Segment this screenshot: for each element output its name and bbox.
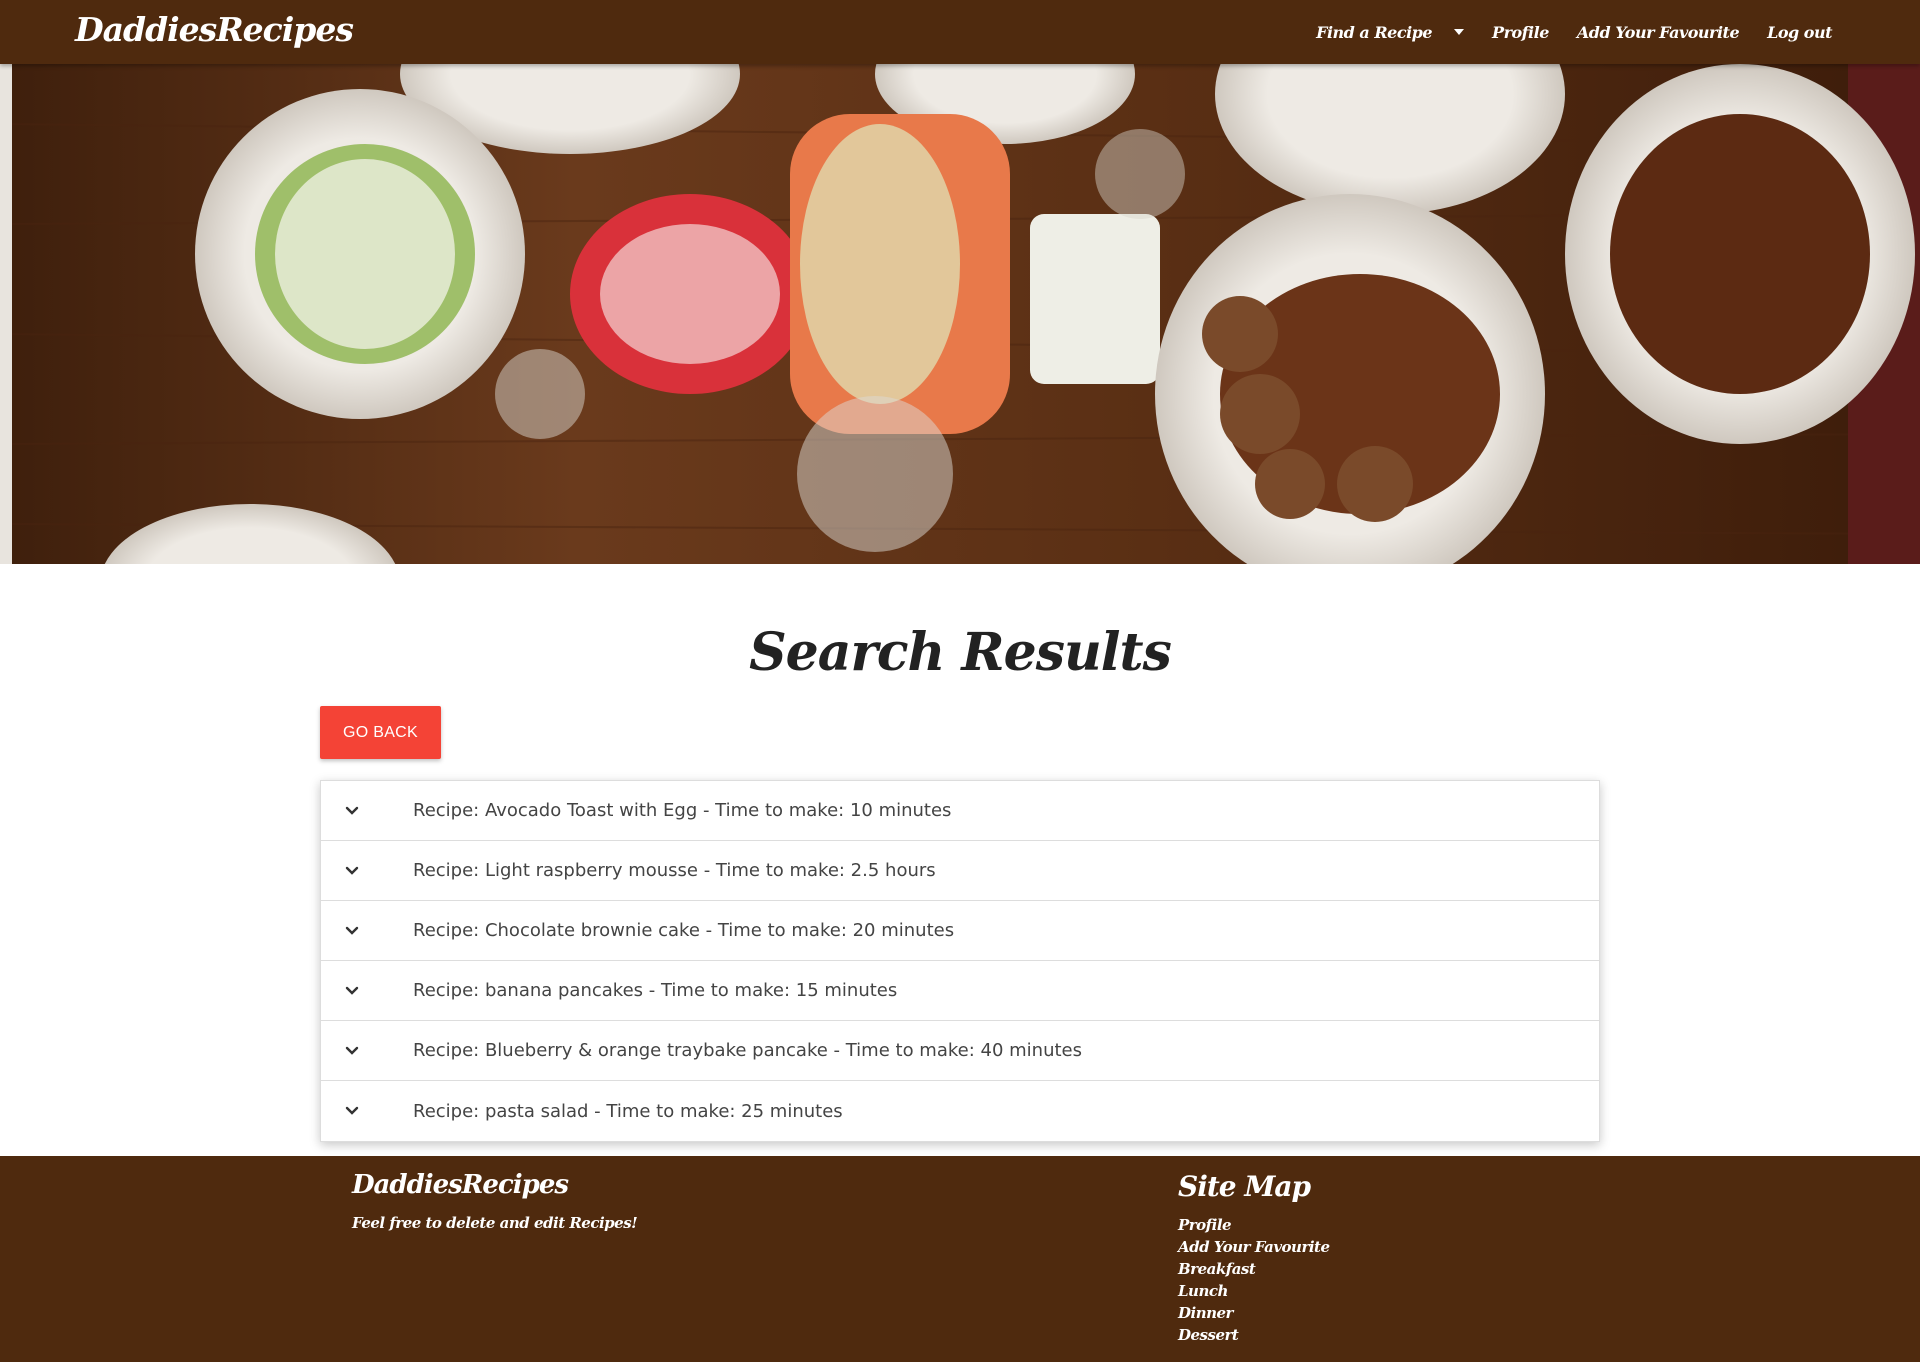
result-item-label: Recipe: pasta salad - Time to make: 25 m… — [413, 1100, 843, 1122]
nav-find-recipe-label: Find a Recipe — [1316, 22, 1433, 42]
food-table-photo — [0, 64, 1920, 564]
nav-add-favourite-link[interactable]: Add Your Favourite — [1577, 23, 1740, 42]
chevron-down-icon — [321, 866, 413, 876]
footer-link-profile[interactable]: Profile — [1178, 1214, 1330, 1236]
chevron-down-icon — [321, 926, 413, 936]
chevron-down-icon — [321, 1106, 413, 1116]
page-footer: DaddiesRecipes Feel free to delete and e… — [0, 1156, 1920, 1362]
brand-logo[interactable]: DaddiesRecipes — [75, 10, 354, 49]
hero-image — [0, 64, 1920, 564]
footer-link-dinner[interactable]: Dinner — [1178, 1302, 1330, 1324]
nav-find-recipe-dropdown[interactable]: Find a Recipe — [1316, 22, 1465, 42]
footer-link-lunch[interactable]: Lunch — [1178, 1280, 1330, 1302]
result-item-blueberry-traybake[interactable]: Recipe: Blueberry & orange traybake panc… — [321, 1021, 1599, 1081]
result-item-label: Recipe: Avocado Toast with Egg - Time to… — [413, 800, 952, 821]
footer-tagline: Feel free to delete and edit Recipes! — [352, 1214, 638, 1232]
result-item-banana-pancakes[interactable]: Recipe: banana pancakes - Time to make: … — [321, 961, 1599, 1021]
result-item-avocado-toast[interactable]: Recipe: Avocado Toast with Egg - Time to… — [321, 781, 1599, 841]
chevron-down-icon — [321, 986, 413, 996]
page-title: Search Results — [749, 622, 1172, 683]
chevron-down-icon — [321, 806, 413, 816]
result-item-label: Recipe: Chocolate brownie cake - Time to… — [413, 920, 955, 941]
result-item-label: Recipe: Light raspberry mousse - Time to… — [413, 860, 936, 881]
result-item-raspberry-mousse[interactable]: Recipe: Light raspberry mousse - Time to… — [321, 841, 1599, 901]
nav-logout-link[interactable]: Log out — [1767, 23, 1832, 42]
nav-links: Find a Recipe Profile Add Your Favourite… — [1288, 0, 1832, 64]
caret-down-icon — [1454, 29, 1465, 35]
result-item-brownie-cake[interactable]: Recipe: Chocolate brownie cake - Time to… — [321, 901, 1599, 961]
footer-link-add-favourite[interactable]: Add Your Favourite — [1178, 1236, 1330, 1258]
result-item-label: Recipe: banana pancakes - Time to make: … — [413, 980, 898, 1001]
nav-profile-link[interactable]: Profile — [1492, 23, 1549, 42]
result-item-label: Recipe: Blueberry & orange traybake panc… — [413, 1040, 1082, 1061]
footer-brand: DaddiesRecipes — [352, 1170, 569, 1200]
result-item-pasta-salad[interactable]: Recipe: pasta salad - Time to make: 25 m… — [321, 1081, 1599, 1141]
search-results-list: Recipe: Avocado Toast with Egg - Time to… — [320, 780, 1600, 1142]
top-navbar: DaddiesRecipes Find a Recipe Profile Add… — [0, 0, 1920, 64]
footer-sitemap-title: Site Map — [1178, 1170, 1311, 1203]
footer-link-breakfast[interactable]: Breakfast — [1178, 1258, 1330, 1280]
go-back-button[interactable]: GO BACK — [320, 706, 441, 759]
footer-link-dessert[interactable]: Dessert — [1178, 1324, 1330, 1346]
footer-sitemap-links: Profile Add Your Favourite Breakfast Lun… — [1178, 1214, 1330, 1346]
chevron-down-icon — [321, 1046, 413, 1056]
